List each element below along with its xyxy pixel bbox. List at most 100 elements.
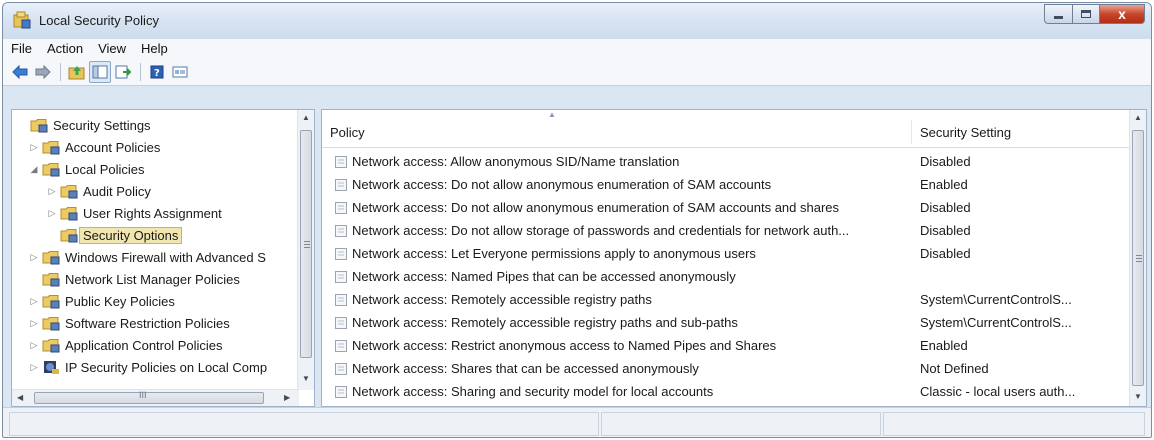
- tree-item[interactable]: ◢ Local Policies: [28, 158, 145, 180]
- expand-arrow-icon[interactable]: ▷: [46, 208, 58, 219]
- maximize-button[interactable]: [1072, 4, 1099, 24]
- scroll-down-arrow[interactable]: ▼: [1134, 392, 1142, 401]
- policy-item-icon: [335, 316, 347, 329]
- column-header-policy[interactable]: Policy: [322, 120, 912, 144]
- policy-row[interactable]: Network access: Do not allow storage of …: [322, 219, 1130, 242]
- status-cell-main: [9, 412, 599, 436]
- forward-button[interactable]: [32, 61, 54, 83]
- scroll-up-arrow[interactable]: ▲: [302, 113, 310, 122]
- tree-item[interactable]: ▷ Application Control Policies: [28, 334, 223, 356]
- tree-vertical-scrollbar[interactable]: ▲ ▼: [297, 110, 314, 390]
- policy-name: Network access: Allow anonymous SID/Name…: [352, 154, 680, 169]
- tree-item-label: Network List Manager Policies: [65, 271, 240, 287]
- policy-folder-icon: [42, 317, 60, 331]
- security-setting-value: Disabled: [920, 154, 971, 169]
- properties-icon: [172, 66, 188, 77]
- expand-arrow-icon[interactable]: ◢: [28, 164, 40, 175]
- policy-folder-icon: [60, 207, 78, 221]
- back-button[interactable]: [9, 61, 31, 83]
- toolbar: ?: [3, 58, 1151, 86]
- tree-item[interactable]: ▷ Software Restriction Policies: [28, 312, 230, 334]
- tree-item[interactable]: ▷ Account Policies: [28, 136, 160, 158]
- security-setting-value: Enabled: [920, 338, 968, 353]
- tree-scroll-thumb[interactable]: [300, 130, 312, 358]
- tree-item-label: Local Policies: [65, 161, 145, 177]
- expand-arrow-icon[interactable]: ▷: [28, 252, 40, 263]
- toolbar-separator: [140, 62, 141, 81]
- tree-item[interactable]: ▷ Public Key Policies: [28, 290, 175, 312]
- policy-row[interactable]: Network access: Named Pipes that can be …: [322, 265, 1130, 288]
- policy-name: Network access: Sharing and security mod…: [352, 384, 714, 399]
- policy-item-icon: [335, 385, 347, 398]
- tree-item-label: Application Control Policies: [65, 337, 223, 353]
- tree-item[interactable]: Security Settings: [16, 114, 151, 136]
- close-button[interactable]: x: [1099, 4, 1145, 24]
- tree-hscroll-thumb[interactable]: III: [34, 390, 264, 404]
- menu-help[interactable]: Help: [141, 41, 168, 56]
- policy-row[interactable]: Network access: Shares that can be acces…: [322, 357, 1130, 380]
- expand-arrow-icon[interactable]: ▷: [28, 362, 40, 373]
- expand-arrow-icon[interactable]: ▷: [28, 142, 40, 153]
- tree-item[interactable]: ▷ User Rights Assignment: [46, 202, 222, 224]
- menu-bar: File Action View Help: [3, 39, 1151, 58]
- policy-folder-icon: [42, 163, 60, 177]
- policy-name: Network access: Remotely accessible regi…: [352, 292, 652, 307]
- policy-row[interactable]: Network access: Remotely accessible regi…: [322, 288, 1130, 311]
- tree-item-label: Account Policies: [65, 139, 161, 155]
- properties-button[interactable]: [169, 61, 191, 83]
- menu-file[interactable]: File: [11, 41, 32, 56]
- menu-view[interactable]: View: [98, 41, 126, 56]
- tree-item-label: IP Security Policies on Local Comp: [65, 359, 268, 375]
- console-tree[interactable]: Security Settings ▷ Account Policies ◢ Local…: [11, 109, 315, 407]
- policy-row[interactable]: Network access: Do not allow anonymous e…: [322, 173, 1130, 196]
- expand-arrow-icon[interactable]: ▷: [28, 340, 40, 351]
- policy-item-icon: [335, 178, 347, 191]
- menu-action[interactable]: Action: [47, 41, 83, 56]
- up-one-level-button[interactable]: [66, 61, 88, 83]
- list-vertical-scrollbar[interactable]: ▲ ▼: [1129, 110, 1146, 406]
- scroll-up-arrow[interactable]: ▲: [1134, 113, 1142, 122]
- expand-arrow-icon[interactable]: ▷: [46, 186, 58, 197]
- policy-row[interactable]: Network access: Do not allow anonymous e…: [322, 196, 1130, 219]
- policy-row[interactable]: Network access: Restrict anonymous acces…: [322, 334, 1130, 357]
- help-icon: ?: [150, 65, 164, 79]
- scroll-left-arrow[interactable]: ◀: [17, 393, 23, 402]
- show-hide-tree-button[interactable]: [89, 60, 111, 83]
- policy-item-icon: [335, 155, 347, 168]
- help-button[interactable]: ?: [146, 61, 168, 83]
- tree-item[interactable]: ▷ IP Security Policies on Local Comp: [28, 356, 268, 378]
- policy-row[interactable]: Network access: Allow anonymous SID/Name…: [322, 150, 1130, 173]
- policy-list[interactable]: ▲ Policy Security Setting Network access…: [321, 109, 1147, 407]
- toolbar-separator: [60, 62, 61, 81]
- scroll-grip: III: [139, 390, 147, 400]
- policy-row[interactable]: Network access: Remotely accessible regi…: [322, 311, 1130, 334]
- tree-item[interactable]: ▷ Audit Policy: [46, 180, 151, 202]
- policy-folder-icon: [60, 185, 78, 199]
- minimize-button[interactable]: [1044, 4, 1072, 24]
- status-bar: [3, 407, 1151, 437]
- list-header: ▲ Policy Security Setting: [322, 110, 1130, 148]
- export-list-button[interactable]: [112, 61, 134, 83]
- window-title: Local Security Policy: [39, 13, 159, 28]
- column-header-security-setting[interactable]: Security Setting: [912, 120, 1130, 144]
- tree-horizontal-scrollbar[interactable]: ◀ III ▶: [12, 389, 299, 406]
- policy-row[interactable]: Network access: Sharing and security mod…: [322, 380, 1130, 403]
- policy-name: Network access: Let Everyone permissions…: [352, 246, 756, 261]
- policy-item-icon: [335, 270, 347, 283]
- tree-item-label: Windows Firewall with Advanced S: [65, 249, 266, 265]
- security-setting-value: System\CurrentControlS...: [920, 292, 1072, 307]
- tree-item[interactable]: Security Options: [46, 224, 183, 246]
- tree-item-label: Audit Policy: [83, 183, 151, 199]
- policy-row[interactable]: Network access: Let Everyone permissions…: [322, 242, 1130, 265]
- expand-arrow-icon[interactable]: ▷: [28, 296, 40, 307]
- close-icon: x: [1118, 6, 1126, 22]
- tree-item[interactable]: ▷ Windows Firewall with Advanced S: [28, 246, 266, 268]
- scroll-down-arrow[interactable]: ▼: [302, 374, 310, 383]
- tree-item[interactable]: Network List Manager Policies: [28, 268, 240, 290]
- title-bar[interactable]: Local Security Policy x: [3, 3, 1151, 39]
- list-scroll-thumb[interactable]: [1132, 130, 1144, 386]
- policy-item-icon: [335, 339, 347, 352]
- minimize-icon: [1054, 15, 1063, 19]
- expand-arrow-icon[interactable]: ▷: [28, 318, 40, 329]
- scroll-right-arrow[interactable]: ▶: [284, 393, 290, 402]
